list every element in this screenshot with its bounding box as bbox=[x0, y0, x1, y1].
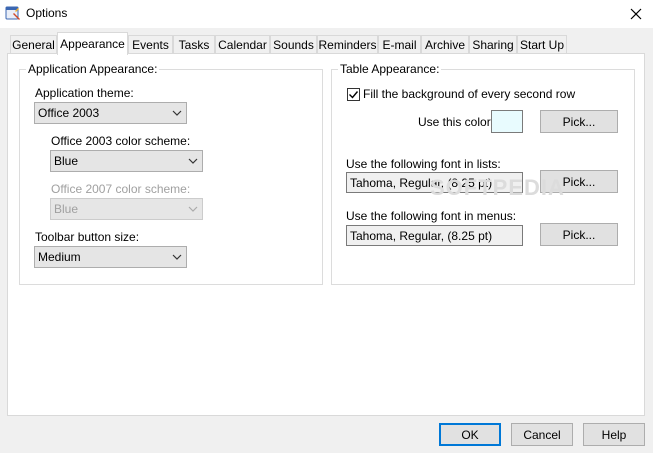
use-color-label: Use this color bbox=[418, 115, 491, 129]
application-theme-label: Application theme: bbox=[35, 86, 134, 100]
application-theme-select[interactable]: Office 2003 bbox=[34, 102, 187, 124]
row-color-swatch bbox=[491, 110, 523, 133]
toolbar-size-select[interactable]: Medium bbox=[34, 246, 187, 268]
menus-font-field[interactable]: Tahoma, Regular, (8.25 pt) bbox=[346, 225, 523, 246]
menus-font-label: Use the following font in menus: bbox=[346, 209, 517, 223]
window-title: Options bbox=[26, 6, 68, 20]
tab-appearance[interactable]: Appearance bbox=[57, 32, 128, 55]
tab-tasks[interactable]: Tasks bbox=[173, 35, 215, 53]
close-icon bbox=[630, 8, 641, 20]
lists-font-label: Use the following font in lists: bbox=[346, 157, 501, 171]
office-2003-scheme-value: Blue bbox=[54, 154, 79, 168]
tab-general[interactable]: General bbox=[10, 35, 57, 53]
toolbar-size-label: Toolbar button size: bbox=[35, 230, 140, 244]
toolbar-size-value: Medium bbox=[38, 250, 81, 264]
watermark: SOFTPEDIA bbox=[430, 175, 565, 200]
office-2003-scheme-select[interactable]: Blue bbox=[50, 150, 203, 172]
office-2007-scheme-select: Blue bbox=[50, 198, 203, 220]
pick-menus-font-button[interactable]: Pick... bbox=[540, 223, 618, 246]
office-2003-scheme-label: Office 2003 color scheme: bbox=[51, 134, 191, 148]
tab-start-up[interactable]: Start Up bbox=[517, 35, 567, 53]
close-button[interactable] bbox=[618, 0, 653, 28]
fill-rows-label[interactable]: Fill the background of every second row bbox=[363, 87, 575, 101]
chevron-down-icon bbox=[172, 254, 182, 260]
tab-events[interactable]: Events bbox=[128, 35, 173, 53]
application-appearance-title: Application Appearance: bbox=[26, 62, 160, 76]
tab-sounds[interactable]: Sounds bbox=[270, 35, 317, 53]
fill-rows-checkbox[interactable] bbox=[347, 88, 360, 101]
checkmark-icon bbox=[349, 91, 359, 99]
tab-reminders[interactable]: Reminders bbox=[317, 35, 378, 53]
application-theme-value: Office 2003 bbox=[38, 106, 100, 120]
office-2007-scheme-value: Blue bbox=[54, 202, 79, 216]
tab-sharing[interactable]: Sharing bbox=[469, 35, 517, 53]
title-bar bbox=[0, 0, 653, 28]
chevron-down-icon bbox=[172, 110, 182, 116]
tab-email[interactable]: E-mail bbox=[378, 35, 421, 53]
table-appearance-title: Table Appearance: bbox=[338, 62, 442, 76]
tab-archive[interactable]: Archive bbox=[421, 35, 469, 53]
chevron-down-icon bbox=[188, 206, 198, 212]
app-icon bbox=[5, 5, 21, 21]
cancel-button[interactable]: Cancel bbox=[511, 423, 573, 446]
office-2007-scheme-label: Office 2007 color scheme: bbox=[51, 182, 191, 196]
ok-button[interactable]: OK bbox=[439, 423, 501, 446]
help-button[interactable]: Help bbox=[583, 423, 645, 446]
chevron-down-icon bbox=[188, 158, 198, 164]
pick-color-button[interactable]: Pick... bbox=[540, 110, 618, 133]
tab-calendar[interactable]: Calendar bbox=[215, 35, 270, 53]
